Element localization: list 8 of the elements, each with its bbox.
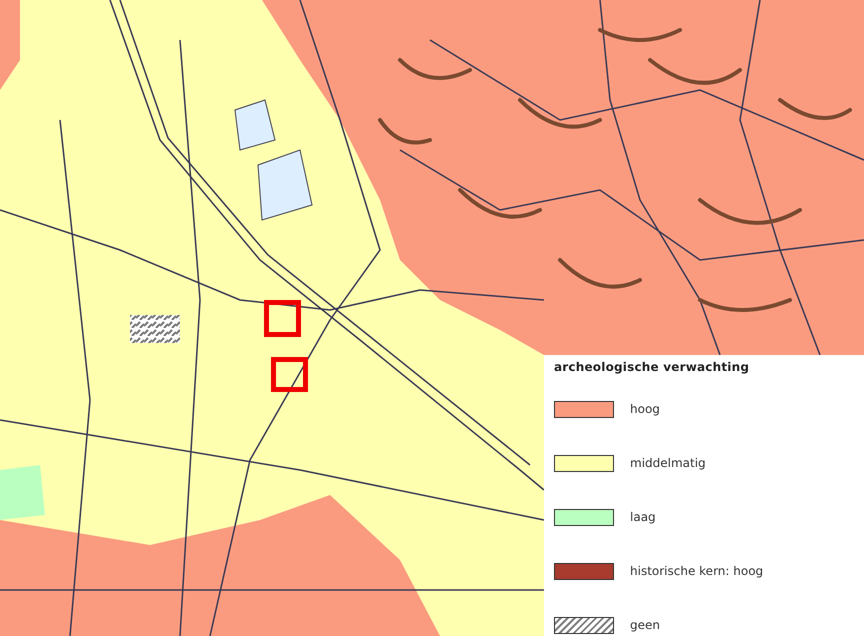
legend-label: historische kern: hoog [630, 563, 764, 580]
legend-label: geen [630, 617, 660, 634]
legend-label: laag [630, 509, 656, 526]
highlight-square [271, 357, 308, 392]
highlight-square [264, 300, 301, 337]
legend-label: hoog [630, 401, 660, 418]
legend-title: archeologische verwachting [554, 359, 750, 375]
legend-label: middelmatig [630, 455, 706, 472]
